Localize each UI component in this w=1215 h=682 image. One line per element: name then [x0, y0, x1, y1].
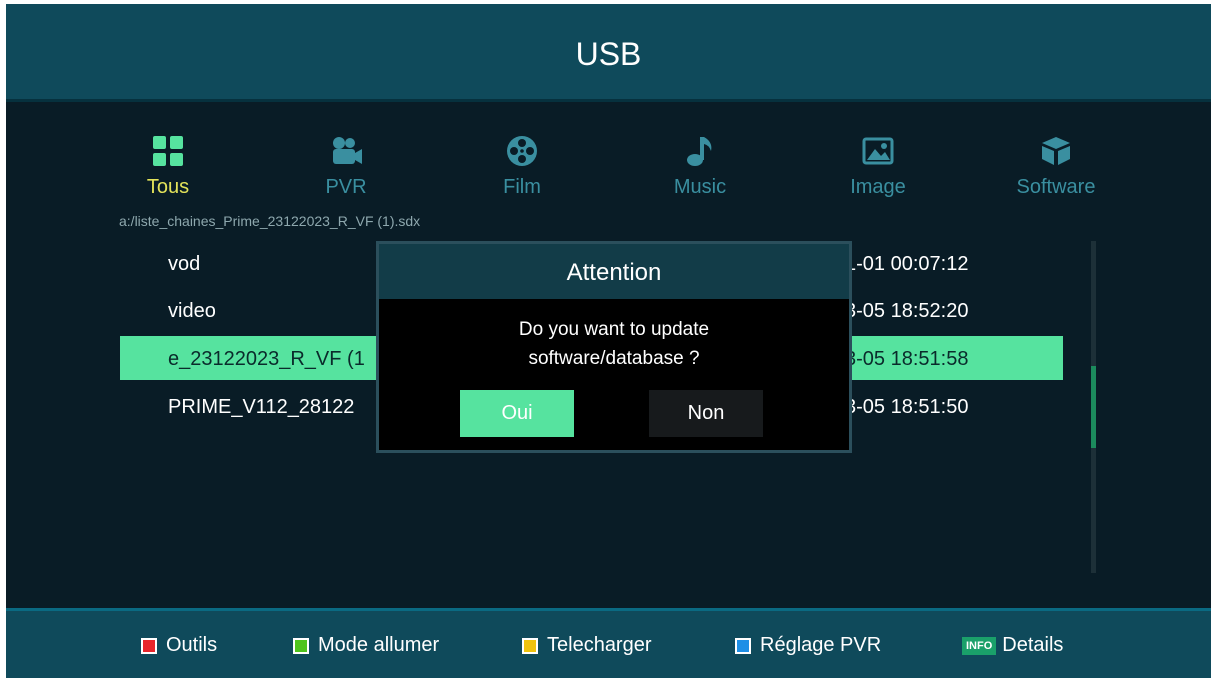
tab-tous[interactable]: Tous	[98, 134, 238, 199]
file-date: 1-01 00:07:12	[845, 253, 969, 275]
page-title: USB	[575, 36, 642, 72]
footer-item-details[interactable]: INFO Details	[962, 634, 1063, 657]
non-button[interactable]: Non	[649, 390, 763, 437]
blue-key-icon	[735, 637, 751, 654]
tab-label: Software	[1016, 176, 1096, 198]
tab-label: Image	[850, 176, 906, 198]
footer-item-outils[interactable]: Outils	[141, 634, 217, 657]
current-path: a:/liste_chaines_Prime_23122023_R_VF (1)…	[119, 213, 421, 229]
file-date: 3-05 18:51:50	[845, 396, 969, 418]
dialog-message-line: Do you want to update	[518, 319, 710, 340]
file-date: 3-05 18:51:58	[845, 348, 969, 370]
dialog-title: Attention	[566, 259, 662, 286]
footer-item-reglage-pvr[interactable]: Réglage PVR	[735, 634, 881, 657]
footer-label: Telecharger	[547, 634, 652, 656]
footer-label: Réglage PVR	[760, 634, 882, 656]
file-name: PRIME_V112_28122	[168, 396, 355, 418]
dialog-message-line: software/database ?	[528, 348, 700, 369]
footer-label: Outils	[166, 634, 218, 656]
footer-label: Mode allumer	[318, 634, 440, 656]
music-note-icon	[630, 134, 770, 170]
box-icon	[986, 134, 1126, 170]
file-date: 3-05 18:52:20	[845, 300, 969, 322]
green-key-icon	[293, 637, 309, 654]
dialog-header: Attention	[379, 244, 849, 299]
red-key-icon	[141, 637, 157, 654]
confirm-dialog: Attention Do you want to update software…	[376, 241, 852, 453]
tab-label: Tous	[146, 176, 190, 198]
tab-image[interactable]: Image	[808, 134, 948, 199]
grid-icon	[98, 134, 238, 170]
dialog-message: Do you want to update software/database …	[379, 315, 849, 373]
video-camera-icon	[276, 134, 416, 170]
film-reel-icon	[452, 134, 592, 170]
tab-music[interactable]: Music	[630, 134, 770, 199]
header-bar: USB	[6, 4, 1211, 102]
tab-pvr[interactable]: PVR	[276, 134, 416, 199]
footer-item-telecharger[interactable]: Telecharger	[522, 634, 652, 657]
footer-item-mode-allumer[interactable]: Mode allumer	[293, 634, 439, 657]
tab-label: PVR	[325, 176, 367, 198]
footer-label: Details	[1002, 634, 1064, 656]
scrollbar-thumb[interactable]	[1091, 366, 1096, 448]
scrollbar[interactable]	[1091, 241, 1096, 573]
file-name: e_23122023_R_VF (1	[168, 348, 365, 370]
file-name: vod	[168, 253, 201, 275]
tab-software[interactable]: Software	[986, 134, 1126, 199]
info-key-icon: INFO	[962, 636, 997, 655]
footer-bar: Outils Mode allumer Telecharger Réglage …	[6, 608, 1211, 678]
tab-film[interactable]: Film	[452, 134, 592, 199]
image-icon	[808, 134, 948, 170]
file-name: video	[168, 300, 216, 322]
tab-label: Music	[673, 176, 727, 198]
yellow-key-icon	[522, 637, 538, 654]
tab-label: Film	[503, 176, 541, 198]
usb-screen: USB Tous PVR Film Music Image Software a…	[6, 4, 1211, 678]
oui-button[interactable]: Oui	[460, 390, 574, 437]
